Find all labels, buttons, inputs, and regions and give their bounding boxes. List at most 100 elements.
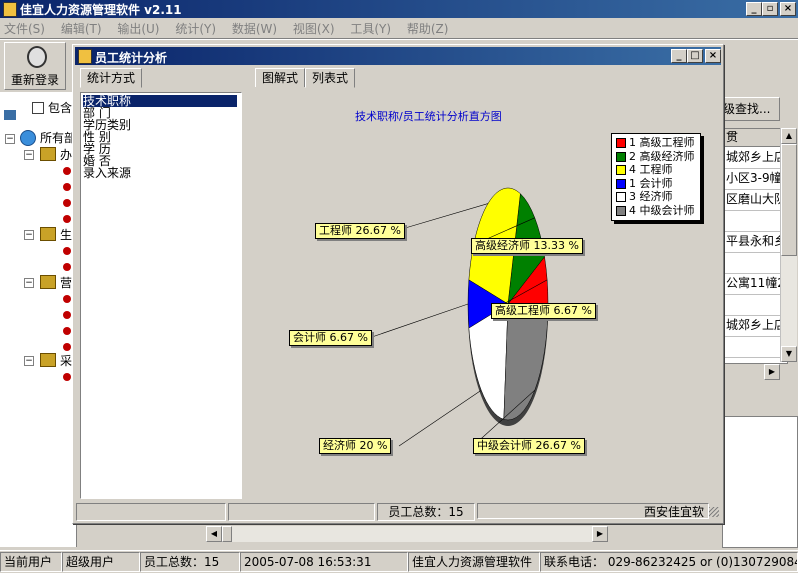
- dialog-title: 员工统计分析: [95, 51, 168, 65]
- employee-dot-icon: [63, 343, 71, 351]
- employee-dot-icon: [63, 311, 71, 319]
- minimize-button[interactable]: _: [746, 2, 762, 16]
- main-hscrollbar[interactable]: ◀ ▶: [206, 526, 608, 542]
- dialog-status-empty: [76, 503, 226, 521]
- table-row[interactable]: 平县永和乡: [723, 231, 787, 253]
- scroll-down-icon[interactable]: ▼: [781, 346, 797, 362]
- dialog-status-company: 西安佳宜软: [477, 503, 709, 519]
- scroll-up-icon[interactable]: ▲: [781, 128, 797, 144]
- employee-dot-icon: [63, 183, 71, 191]
- dialog-minimize-button[interactable]: _: [671, 49, 687, 63]
- dialog-status-empty: [228, 503, 375, 521]
- tree-root[interactable]: 所有部: [40, 129, 76, 146]
- tree-expander[interactable]: −: [24, 356, 34, 366]
- stats-dialog: 员工统计分析 _ □ × 统计方式 技术职称 部 门 学历类别 性 别 学 历 …: [72, 44, 724, 524]
- table-row[interactable]: 公寓11幢2单: [723, 273, 787, 295]
- scroll-thumb[interactable]: [781, 144, 797, 256]
- menu-divider: [0, 38, 798, 40]
- menu-tools[interactable]: 工具(Y): [350, 22, 391, 36]
- tree-dept[interactable]: 采: [60, 352, 72, 369]
- legend-swatch: [616, 151, 626, 162]
- book-icon: [40, 227, 56, 241]
- restore-button[interactable]: ▫: [762, 2, 778, 16]
- hscroll-right-icon[interactable]: ▶: [592, 526, 608, 542]
- employee-dot-icon: [63, 215, 71, 223]
- tree-dept[interactable]: 生: [60, 226, 72, 243]
- grid-vscrollbar[interactable]: ▲ ▼: [780, 128, 797, 362]
- dialog-maximize-button[interactable]: □: [687, 49, 703, 63]
- status-user-label: 当前用户: [0, 552, 62, 572]
- legend-item: 4 中级会计师: [616, 204, 695, 217]
- slice-label: 会计师 6.67 %: [289, 330, 372, 346]
- tree-expander[interactable]: −: [24, 230, 34, 240]
- employee-grid: 贯 城郊乡上店 小区3-9幢5 区磨山大队 平县永和乡 公寓11幢2单 城郊乡上…: [722, 128, 788, 364]
- legend-item: 4 工程师: [616, 164, 673, 176]
- slice-label: 高级经济师 13.33 %: [471, 238, 583, 254]
- legend-item: 1 会计师: [616, 176, 673, 190]
- table-row[interactable]: [723, 336, 787, 358]
- notes-box: [722, 416, 798, 548]
- close-button[interactable]: ×: [780, 2, 796, 16]
- globe-icon: [20, 130, 36, 146]
- tool-icon[interactable]: [4, 110, 16, 120]
- status-product: 佳宜人力资源管理软件: [408, 552, 540, 572]
- menu-edit[interactable]: 编辑(T): [61, 22, 102, 36]
- tree-dept[interactable]: 办: [60, 146, 72, 163]
- pie-slice: [503, 303, 549, 421]
- advanced-search-button[interactable]: 级查找...: [722, 97, 780, 121]
- legend-item: 2 高级经济师: [616, 149, 695, 163]
- include-checkbox[interactable]: [32, 102, 44, 114]
- grid-header[interactable]: 贯: [723, 129, 787, 147]
- tree-expander[interactable]: −: [24, 150, 34, 160]
- book-icon: [40, 147, 56, 161]
- table-row[interactable]: [723, 252, 787, 274]
- grid-scroll-right-icon[interactable]: ▶: [764, 364, 780, 380]
- legend-swatch: [616, 178, 626, 189]
- menu-stats[interactable]: 统计(Y): [175, 22, 216, 36]
- employee-dot-icon: [63, 373, 71, 381]
- stat-options-list: 技术职称 部 门 学历类别 性 别 学 历 婚 否 录入来源: [80, 92, 242, 499]
- option-item[interactable]: 录入来源: [83, 167, 131, 179]
- resize-grip-icon[interactable]: [709, 507, 719, 517]
- hscroll-left-icon[interactable]: ◀: [206, 526, 222, 542]
- table-row[interactable]: 小区3-9幢5: [723, 168, 787, 190]
- tree-expander[interactable]: −: [5, 134, 15, 144]
- menu-data[interactable]: 数据(W): [232, 22, 277, 36]
- tree-dept[interactable]: 营: [60, 274, 72, 291]
- table-row[interactable]: 城郊乡上店: [723, 147, 787, 169]
- menu-view[interactable]: 视图(X): [293, 22, 335, 36]
- tab-chart[interactable]: 图解式: [255, 68, 306, 87]
- table-row[interactable]: [723, 210, 787, 232]
- include-label: 包含: [48, 101, 73, 115]
- legend-swatch: [616, 138, 626, 148]
- relogin-button[interactable]: 重新登录: [4, 42, 66, 90]
- legend-swatch: [616, 192, 626, 202]
- menu-file[interactable]: 文件(S): [4, 22, 45, 36]
- table-row[interactable]: [723, 294, 787, 316]
- legend-label: 3 经济师: [629, 190, 673, 203]
- left-panel: 包含 − 所有部 − 办 − 生 − 营 − 采: [0, 92, 77, 547]
- status-total: 员工总数：15: [140, 552, 240, 572]
- speaker-icon: [27, 46, 47, 68]
- leader-line: [368, 303, 469, 339]
- dialog-close-button[interactable]: ×: [705, 49, 721, 63]
- legend-label: 1 会计师: [629, 176, 673, 190]
- tree-expander[interactable]: −: [24, 278, 34, 288]
- chart-area: 技术职称/员工统计分析直方图 1 高级工程师 2 高级经济师 4 工程师 1 会计师 3…: [245, 89, 719, 499]
- legend-swatch: [616, 205, 626, 216]
- table-row[interactable]: 城郊乡上店: [723, 315, 787, 337]
- employee-dot-icon: [63, 327, 71, 335]
- book-icon: [40, 275, 56, 289]
- slice-label: 高级工程师 6.67 %: [491, 303, 596, 319]
- slice-label: 中级会计师 26.67 %: [473, 438, 585, 454]
- book-icon: [40, 353, 56, 367]
- menu-help[interactable]: 帮助(Z): [407, 22, 449, 36]
- menu-output[interactable]: 输出(U): [117, 22, 159, 36]
- legend-label: 1 高级工程师: [629, 136, 695, 149]
- legend-label: 2 高级经济师: [629, 149, 695, 163]
- tab-table[interactable]: 列表式: [305, 68, 356, 88]
- hscroll-thumb[interactable]: [222, 526, 232, 542]
- menu-bar: 文件(S) 编辑(T) 输出(U) 统计(Y) 数据(W) 视图(X) 工具(Y…: [4, 20, 460, 38]
- status-user: 超级用户: [62, 552, 140, 572]
- table-row[interactable]: 区磨山大队: [723, 189, 787, 211]
